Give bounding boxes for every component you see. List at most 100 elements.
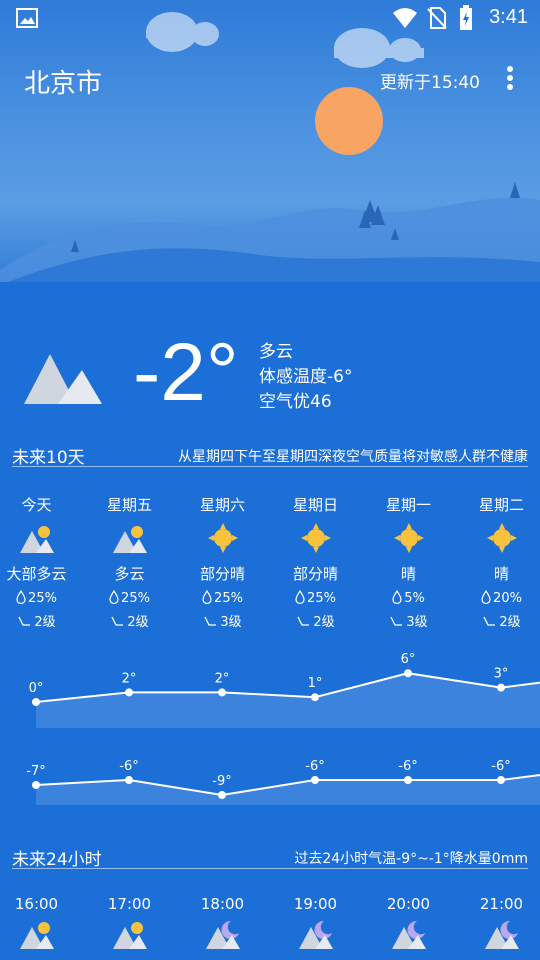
- hour-time: 18:00: [200, 895, 245, 913]
- wind-level: 2级: [269, 611, 362, 630]
- data-point: [32, 781, 40, 789]
- day-condition: 部分晴: [199, 565, 245, 583]
- hour-time: 16:00: [14, 895, 59, 913]
- data-label: 6°: [401, 652, 416, 667]
- cloudy-night-icon: [362, 919, 455, 953]
- air-quality[interactable]: 空气优46: [259, 390, 352, 415]
- wind-direction-icon: [297, 616, 310, 626]
- day-condition: 部分晴: [292, 565, 338, 583]
- current-details: 多云 体感温度-6° 空气优46: [259, 340, 352, 415]
- raindrop-icon: [202, 589, 212, 605]
- wind-value: 3级: [220, 615, 242, 630]
- forecast-day[interactable]: 星期日 部分晴 25% 2级: [269, 494, 362, 630]
- forecast-day[interactable]: 星期五 多云 25% 2级: [83, 494, 176, 630]
- partly-cloudy-icon: [83, 523, 176, 557]
- no-sim-icon: [427, 7, 447, 29]
- data-label: -6°: [305, 759, 324, 774]
- data-label: -6°: [398, 759, 417, 774]
- forecast-hour[interactable]: 19:00: [269, 895, 362, 953]
- wind-direction-icon: [111, 616, 124, 626]
- sun-icon: [455, 523, 540, 557]
- forecast-hour[interactable]: 21:00: [455, 895, 540, 953]
- data-point: [404, 776, 412, 784]
- data-label: 1°: [308, 676, 323, 691]
- day-name: 星期二: [478, 496, 524, 514]
- day-name: 星期一: [385, 496, 431, 514]
- data-label: 2°: [215, 671, 230, 686]
- precip-chance: 25%: [0, 589, 83, 606]
- sun-icon: [362, 523, 455, 557]
- image-icon: [16, 8, 38, 28]
- forecast10-title: 未来10天: [12, 448, 85, 468]
- wind-level: 2级: [0, 611, 83, 630]
- forecast-day[interactable]: 今天 大部多云 25% 2级: [0, 494, 83, 630]
- data-label: -6°: [491, 759, 510, 774]
- precip-chance: 25%: [269, 589, 362, 606]
- wind-level: 3级: [176, 611, 269, 630]
- precip-value: 25%: [28, 591, 57, 606]
- data-label: -6°: [119, 759, 138, 774]
- data-point: [218, 791, 226, 799]
- wind-value: 2级: [127, 615, 149, 630]
- forecast-hour[interactable]: 17:00: [83, 895, 176, 953]
- data-label: 2°: [122, 671, 137, 686]
- hour-time: 21:00: [479, 895, 524, 913]
- weather-illustration: [0, 0, 540, 290]
- forecast-hour[interactable]: 18:00: [176, 895, 269, 953]
- wind-value: 2级: [34, 615, 56, 630]
- forecast-day[interactable]: 星期二晴 20% 2级: [455, 494, 540, 630]
- partly-cloudy-icon: [0, 919, 83, 953]
- wind-direction-icon: [483, 616, 496, 626]
- data-point: [218, 688, 226, 697]
- raindrop-icon: [16, 589, 26, 605]
- temperature-chart: 0° 2° 2° 1° 6° 3° -7° -6° -9° -6° -6° -6°: [26, 652, 540, 805]
- precip-chance: 25%: [83, 589, 176, 606]
- status-time: 3:41: [489, 6, 528, 28]
- day-name: 星期六: [199, 496, 245, 514]
- more-options-icon[interactable]: [506, 66, 514, 92]
- wind-value: 2级: [499, 615, 521, 630]
- precip-value: 25%: [121, 591, 150, 606]
- wifi-icon: [393, 8, 417, 28]
- status-bar: 3:41: [0, 0, 540, 36]
- data-point: [311, 776, 319, 784]
- updated-time: 更新于15:40: [380, 73, 480, 93]
- forecast24-note: 过去24小时气温-9°~-1°降水量0mm: [294, 851, 528, 867]
- hour-time: 19:00: [293, 895, 338, 913]
- data-label: 3°: [494, 667, 509, 682]
- day-condition: 晴: [493, 565, 509, 583]
- data-point: [125, 688, 133, 697]
- wind-level: 2级: [83, 611, 176, 630]
- battery-charging-icon: [460, 5, 472, 30]
- data-point: [497, 776, 505, 784]
- sun-graphic: [315, 87, 383, 155]
- precip-value: 5%: [404, 591, 425, 606]
- current-condition: 多云: [259, 342, 293, 362]
- forecast-day[interactable]: 星期一晴 5% 3级: [362, 494, 455, 630]
- cloudy-night-icon: [269, 919, 362, 953]
- forecast24-title: 未来24小时: [12, 850, 102, 870]
- wind-direction-icon: [18, 616, 31, 626]
- forecast10-note: 从星期四下午至星期四深夜空气质量将对敏感人群不健康: [178, 449, 528, 465]
- precip-chance: 25%: [176, 589, 269, 606]
- data-label: -9°: [212, 774, 231, 789]
- forecast-hour[interactable]: 16:00: [0, 895, 83, 953]
- divider: [12, 868, 528, 869]
- city-name[interactable]: 北京市: [24, 63, 102, 100]
- day-name: 星期五: [106, 496, 152, 514]
- feels-like: 体感温度-6°: [259, 367, 353, 387]
- forecast-day[interactable]: 星期六部分晴 25% 3级: [176, 494, 269, 630]
- cloudy-mountain-icon: [24, 354, 102, 404]
- cloudy-night-icon: [455, 919, 540, 953]
- day-condition: 大部多云: [6, 565, 67, 583]
- forecast-hour[interactable]: 20:00: [362, 895, 455, 953]
- precip-value: 25%: [307, 591, 336, 606]
- data-point: [404, 669, 412, 678]
- precip-chance: 5%: [362, 589, 455, 606]
- raindrop-icon: [392, 589, 402, 605]
- partly-cloudy-icon: [0, 523, 83, 557]
- wind-level: 2级: [455, 611, 540, 630]
- divider: [12, 466, 528, 467]
- raindrop-icon: [109, 589, 119, 605]
- precip-value: 20%: [493, 591, 522, 606]
